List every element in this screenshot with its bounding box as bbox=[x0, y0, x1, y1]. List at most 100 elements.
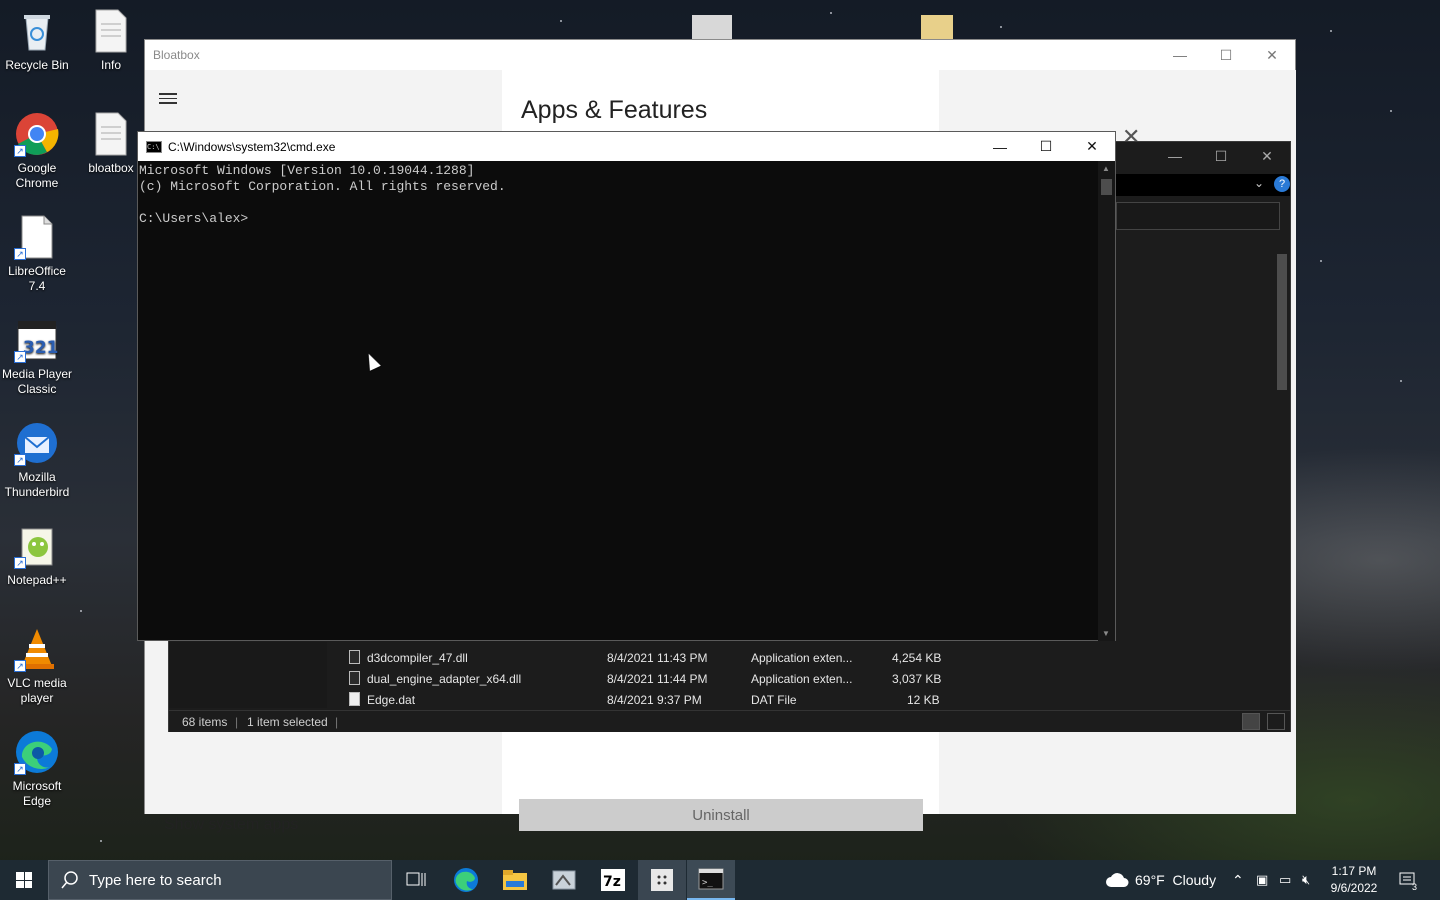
shortcut-arrow-icon: ↗ bbox=[14, 145, 26, 157]
cmd-titlebar[interactable]: C:\ C:\Windows\system32\cmd.exe bbox=[138, 132, 1115, 161]
desktop-icon-label: Mozilla Thunderbird bbox=[4, 470, 70, 499]
bloatbox-icon bbox=[651, 869, 673, 891]
table-row[interactable]: Edge.dat 8/4/2021 9:37 PM DAT File 12 KB bbox=[341, 689, 1121, 710]
desktop-icon-label: Microsoft Edge bbox=[12, 779, 62, 808]
search-input[interactable] bbox=[1116, 202, 1280, 230]
desktop-icon-recycle-bin[interactable]: Recycle Bin bbox=[1, 8, 73, 73]
start-button[interactable] bbox=[0, 860, 48, 900]
console-output[interactable]: Microsoft Windows [Version 10.0.19044.12… bbox=[139, 163, 1099, 227]
cloud-icon bbox=[1106, 873, 1129, 887]
hamburger-menu-icon[interactable] bbox=[159, 90, 177, 107]
item-count: 68 items bbox=[182, 715, 228, 729]
taskbar-app-command-prompt[interactable]: >_ bbox=[687, 860, 735, 900]
notification-badge: 3 bbox=[1412, 882, 1418, 892]
command-prompt-window: C:\ C:\Windows\system32\cmd.exe — ☐ ✕ Mi… bbox=[137, 131, 1116, 641]
scrollbar-thumb[interactable] bbox=[1101, 179, 1112, 195]
shortcut-arrow-icon: ↗ bbox=[14, 763, 26, 775]
clock-date: 9/6/2022 bbox=[1330, 881, 1378, 895]
desktop-icon-label: Notepad++ bbox=[7, 573, 67, 587]
dat-file-icon bbox=[349, 692, 360, 706]
file-date: 8/4/2021 11:44 PM bbox=[607, 672, 708, 686]
minimize-button[interactable]: — bbox=[977, 132, 1023, 161]
uninstall-button[interactable]: Uninstall bbox=[519, 799, 923, 831]
maximize-button[interactable]: ☐ bbox=[1023, 132, 1069, 161]
scrollbar[interactable] bbox=[1274, 240, 1290, 708]
close-button[interactable]: ✕ bbox=[1249, 40, 1295, 70]
maximize-button[interactable]: ☐ bbox=[1203, 40, 1249, 70]
window-controls: — ☐ ✕ bbox=[1152, 142, 1290, 170]
thunderbird-icon: ↗ bbox=[14, 420, 60, 466]
chevron-down-icon[interactable]: ⌄ bbox=[1254, 176, 1264, 190]
command-prompt-icon: >_ bbox=[698, 868, 724, 890]
large-icons-view-icon[interactable] bbox=[1267, 713, 1285, 730]
text-file-icon bbox=[88, 111, 134, 157]
taskbar-app-bloatbox[interactable] bbox=[638, 860, 686, 900]
task-view-button[interactable] bbox=[392, 860, 440, 900]
desktop-icon-libreoffice[interactable]: ↗ LibreOffice 7.4 bbox=[1, 214, 73, 294]
notepadpp-icon: ↗ bbox=[14, 523, 60, 569]
taskbar-search-box[interactable]: Type here to search bbox=[48, 860, 392, 900]
window-controls: — ☐ ✕ bbox=[1157, 40, 1295, 70]
cmd-icon: C:\ bbox=[146, 140, 162, 153]
shortcut-arrow-icon: ↗ bbox=[14, 248, 26, 260]
taskbar-app-4[interactable] bbox=[540, 860, 588, 900]
taskbar-app-file-explorer[interactable] bbox=[491, 860, 539, 900]
table-row[interactable]: dual_engine_adapter_x64.dll 8/4/2021 11:… bbox=[341, 668, 1121, 689]
weather-widget[interactable]: 69°F Cloudy bbox=[1105, 860, 1216, 900]
navigation-pane[interactable] bbox=[169, 642, 327, 708]
file-date: 8/4/2021 9:37 PM bbox=[607, 693, 702, 707]
scroll-up-icon[interactable]: ▲ bbox=[1102, 164, 1110, 173]
camera-icon: ▣ bbox=[1256, 872, 1269, 887]
windows-logo-icon bbox=[16, 872, 32, 888]
notification-center-button[interactable]: 3 bbox=[1398, 860, 1418, 900]
tray-icon-volume[interactable]: 🔇︎ bbox=[1302, 860, 1310, 900]
console-line: Microsoft Windows [Version 10.0.19044.12… bbox=[139, 163, 475, 178]
gear-icon bbox=[692, 15, 732, 39]
window-title: Bloatbox bbox=[153, 48, 200, 62]
libreoffice-icon: ↗ bbox=[14, 214, 60, 260]
edge-icon bbox=[454, 868, 478, 892]
desktop-icon-google-chrome[interactable]: ↗ Google Chrome bbox=[1, 111, 73, 191]
file-type: DAT File bbox=[751, 693, 797, 707]
taskbar-clock[interactable]: 1:17 PM 9/6/2022 bbox=[1322, 863, 1386, 897]
command-prompt-line: C:\Users\alex> bbox=[139, 211, 249, 226]
show-system-apps-toggle[interactable]: Show system apps bbox=[164, 816, 298, 834]
clock-time: 1:17 PM bbox=[1331, 864, 1377, 878]
chevron-up-icon: ⌃ bbox=[1232, 871, 1244, 888]
show-hidden-icons-button[interactable]: ⌃ bbox=[1232, 860, 1244, 900]
page-title: Apps & Features bbox=[521, 96, 708, 124]
maximize-button[interactable]: ☐ bbox=[1198, 142, 1244, 170]
scrollbar-thumb[interactable] bbox=[1277, 254, 1287, 390]
help-icon[interactable]: ? bbox=[1274, 176, 1290, 192]
minimize-button[interactable]: — bbox=[1157, 40, 1203, 70]
desktop-icon-thunderbird[interactable]: ↗ Mozilla Thunderbird bbox=[1, 420, 73, 500]
scrollbar[interactable]: ▲ ▼ bbox=[1098, 161, 1115, 641]
details-view-icon[interactable] bbox=[1242, 713, 1260, 730]
selection-count: 1 item selected bbox=[247, 715, 328, 729]
file-size: 3,037 KB bbox=[892, 672, 942, 686]
table-row[interactable]: d3dcompiler_47.dll 8/4/2021 11:43 PM App… bbox=[341, 647, 1121, 668]
folder-icon bbox=[503, 870, 527, 890]
taskbar-app-7zip[interactable]: 7z bbox=[589, 860, 637, 900]
task-view-icon bbox=[406, 872, 426, 886]
desktop-icon-info[interactable]: Info bbox=[75, 8, 147, 73]
desktop-icon-label: VLC media player bbox=[7, 676, 67, 705]
scroll-down-icon[interactable]: ▼ bbox=[1102, 629, 1110, 638]
desktop-icon-label: Media Player Classic bbox=[1, 367, 73, 396]
desktop-icon-notepadpp[interactable]: ↗ Notepad++ bbox=[1, 523, 73, 588]
close-button[interactable]: ✕ bbox=[1244, 142, 1290, 170]
desktop-icon-edge[interactable]: ↗ Microsoft Edge bbox=[1, 729, 73, 809]
taskbar-app-edge[interactable] bbox=[442, 860, 490, 900]
desktop-icon-vlc[interactable]: ↗ VLC media player bbox=[1, 626, 73, 706]
bloatbox-titlebar[interactable]: Bloatbox bbox=[145, 40, 1295, 70]
close-button[interactable]: ✕ bbox=[1069, 132, 1115, 161]
desktop-icon-label: Google Chrome bbox=[15, 161, 59, 190]
file-type: Application exten... bbox=[751, 672, 853, 686]
minimize-button[interactable]: — bbox=[1152, 142, 1198, 170]
window-controls: — ☐ ✕ bbox=[977, 132, 1115, 161]
svg-text:321: 321 bbox=[23, 338, 59, 358]
desktop-icon-media-player-classic[interactable]: 321 ↗ Media Player Classic bbox=[1, 317, 73, 397]
tray-icon-meet[interactable]: ▣ bbox=[1256, 860, 1268, 900]
file-date: 8/4/2021 11:43 PM bbox=[607, 651, 708, 665]
tray-icon-network[interactable]: ▭ bbox=[1279, 860, 1291, 900]
